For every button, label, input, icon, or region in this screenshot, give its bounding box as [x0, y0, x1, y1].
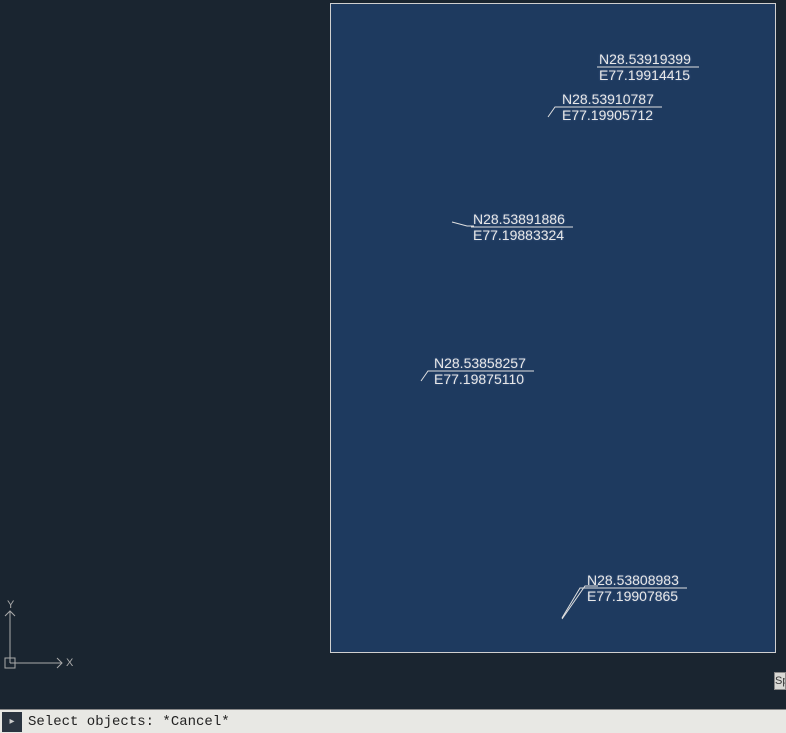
coord-east: E77.19883324 [473, 227, 565, 243]
coord-east: E77.19914415 [599, 67, 691, 83]
coord-north: N28.53910787 [562, 91, 654, 107]
coord-north: N28.53858257 [434, 355, 526, 371]
coord-label[interactable]: N28.53919399E77.19914415 [599, 51, 691, 83]
drawing-canvas[interactable]: N28.53919399E77.19914415N28.53910787E77.… [0, 0, 786, 709]
ucs-y-label: Y [7, 599, 15, 611]
selection-window [330, 3, 776, 653]
side-tab[interactable]: Sp [774, 672, 786, 690]
ucs-icon: X Y [2, 596, 77, 671]
command-text: Select objects: *Cancel* [22, 714, 230, 730]
coord-label[interactable]: N28.53910787E77.19905712 [562, 91, 654, 123]
coord-east: E77.19905712 [562, 107, 654, 123]
command-line[interactable]: ▸ Select objects: *Cancel* [0, 709, 786, 733]
command-prompt-icon: ▸ [2, 712, 22, 732]
coord-north: N28.53919399 [599, 51, 691, 67]
coord-north: N28.53808983 [587, 572, 679, 588]
coord-east: E77.19907865 [587, 588, 679, 604]
coord-label[interactable]: N28.53808983E77.19907865 [587, 572, 679, 604]
coord-east: E77.19875110 [434, 371, 526, 387]
coord-north: N28.53891886 [473, 211, 565, 227]
coord-label[interactable]: N28.53858257E77.19875110 [434, 355, 526, 387]
ucs-x-label: X [66, 657, 74, 669]
coord-label[interactable]: N28.53891886E77.19883324 [473, 211, 565, 243]
side-tab-label: Sp [775, 675, 786, 687]
